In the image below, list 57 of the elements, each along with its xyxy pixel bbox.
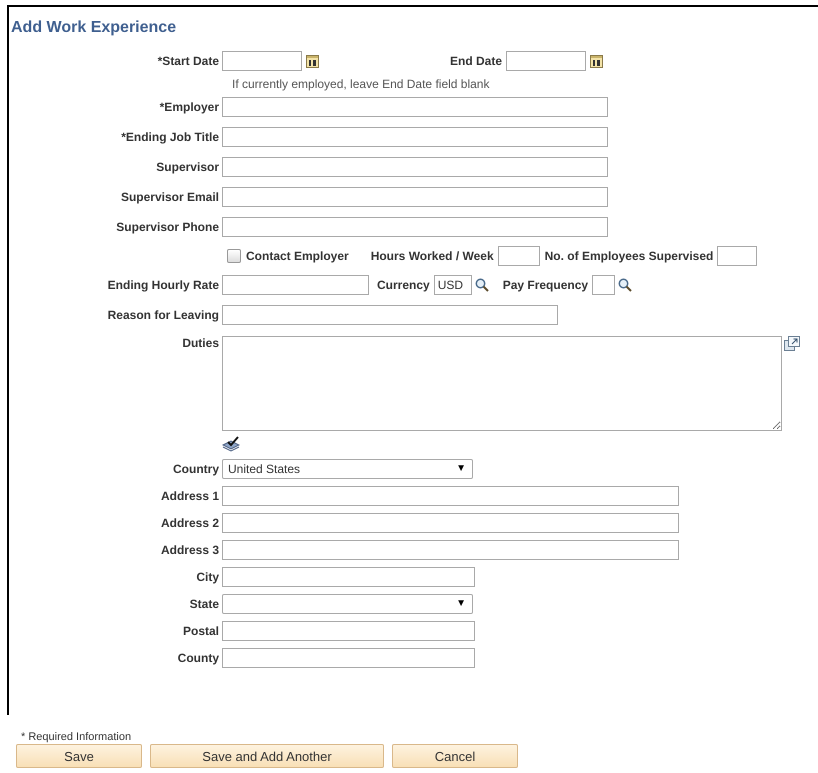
dropdown[interactable]: ▼ <box>222 594 473 614</box>
employees-field[interactable] <box>717 246 758 266</box>
field-label: *Ending Job Title <box>120 130 220 144</box>
text-field[interactable] <box>222 217 608 237</box>
date-field[interactable] <box>506 51 586 71</box>
text-field[interactable] <box>222 512 679 532</box>
currency-field[interactable]: USD <box>434 275 472 295</box>
text-field[interactable] <box>222 97 608 117</box>
checkbox-label: Contact Employer <box>246 249 349 263</box>
spellcheck-icon[interactable] <box>222 436 240 452</box>
action-button[interactable]: Save and Add Another <box>150 744 384 768</box>
pay-frequency-field[interactable] <box>592 275 616 295</box>
field-label: Duties <box>181 336 220 350</box>
field-label: State <box>188 596 220 610</box>
dropdown[interactable]: United States ▼ <box>222 458 473 478</box>
text-field[interactable] <box>222 305 558 325</box>
field-label: Address 2 <box>160 516 220 530</box>
field-label: Supervisor Phone <box>115 220 220 234</box>
text-field[interactable] <box>222 187 608 207</box>
field-label: Address 3 <box>160 542 220 556</box>
search-icon[interactable] <box>618 278 632 292</box>
field-label: County <box>176 650 220 664</box>
checkbox[interactable] <box>227 249 241 263</box>
field-label: Postal <box>182 624 220 638</box>
calendar-icon[interactable] <box>590 54 604 68</box>
field-label: Supervisor <box>155 160 220 174</box>
field-label: City <box>195 570 220 584</box>
field-label: *Start Date <box>156 54 220 68</box>
page-title: Add Work Experience <box>11 19 178 38</box>
field-label: Supervisor Email <box>120 190 220 204</box>
field-label: Country <box>172 462 220 476</box>
action-button[interactable]: Save <box>16 744 142 768</box>
date-field[interactable] <box>222 51 302 71</box>
text-field[interactable] <box>222 566 475 586</box>
footnote: * Required Information <box>21 731 132 743</box>
expand-icon[interactable] <box>784 336 800 351</box>
calendar-icon[interactable] <box>306 54 319 68</box>
field-label: Pay Frequency <box>502 278 588 292</box>
hours-field[interactable] <box>498 246 540 266</box>
field-label: Reason for Leaving <box>106 308 220 322</box>
text-field[interactable] <box>222 157 608 177</box>
hint-text: If currently employed, leave End Date field blank <box>232 77 490 91</box>
field-label: End Date <box>450 54 502 68</box>
field-label: Ending Hourly Rate <box>106 278 220 292</box>
field-label: Currency <box>377 278 430 292</box>
field-label: Address 1 <box>160 488 220 502</box>
text-field[interactable] <box>222 486 679 506</box>
rate-field[interactable] <box>222 275 369 295</box>
search-icon[interactable] <box>474 278 489 292</box>
field-label: Hours Worked / Week <box>370 249 494 263</box>
field-label: *Employer <box>158 100 220 114</box>
text-field[interactable] <box>222 620 475 640</box>
text-field[interactable] <box>222 540 679 560</box>
text-field[interactable] <box>222 648 475 668</box>
field-label: No. of Employees Supervised <box>544 249 714 263</box>
action-button[interactable]: Cancel <box>392 744 518 768</box>
text-field[interactable] <box>222 127 608 147</box>
